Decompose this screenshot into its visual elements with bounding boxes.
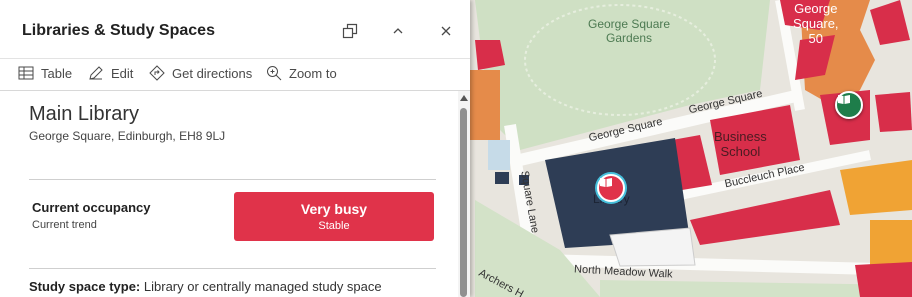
table-icon <box>18 65 34 81</box>
directions-icon <box>149 65 165 81</box>
building-orange-left <box>470 70 500 140</box>
close-icon <box>441 26 451 36</box>
map-label-business-line2: School <box>720 144 761 159</box>
divider <box>29 179 436 180</box>
study-space-type-label: Study space type: <box>29 279 141 294</box>
table-action[interactable]: Table <box>18 65 72 81</box>
scrollbar-thumb[interactable] <box>460 108 467 297</box>
feature-popup-panel: Libraries & Study Spaces Table Edit Get … <box>0 0 470 297</box>
study-space-type-value: Library or centrally managed study space <box>143 279 382 294</box>
get-directions-action[interactable]: Get directions <box>149 65 252 81</box>
panel-header: Libraries & Study Spaces <box>0 0 470 59</box>
popup-content: Main Library George Square, Edinburgh, E… <box>0 91 458 297</box>
zoom-to-action[interactable]: Zoom to <box>266 65 337 81</box>
map-label-gardens-line1: George Square <box>588 17 671 31</box>
map-label-gs50-line1: George <box>794 1 838 16</box>
map-label-business-line1: Business <box>714 129 767 144</box>
map-label-gs50-line2: Square, <box>793 16 839 31</box>
edit-action[interactable]: Edit <box>88 65 133 81</box>
zoom-to-label: Zoom to <box>289 65 337 81</box>
divider <box>29 268 436 269</box>
place-name: Main Library <box>29 103 140 125</box>
panel-title: Libraries & Study Spaces <box>22 22 215 39</box>
library-marker-green[interactable] <box>835 91 863 119</box>
map-label-gs50-line3: 50 <box>808 31 823 46</box>
occupancy-status: Very busy <box>300 201 368 217</box>
table-action-label: Table <box>41 65 73 81</box>
scroll-up-arrow[interactable] <box>460 95 468 101</box>
get-directions-label: Get directions <box>172 65 253 81</box>
occupancy-label: Current occupancy <box>32 200 151 215</box>
dock-button[interactable] <box>336 17 364 45</box>
map-label-gardens-line2: Gardens <box>606 31 653 45</box>
occupancy-status-badge: Very busy Stable <box>234 192 434 241</box>
dock-icon <box>342 23 358 39</box>
popup-toolbar: Table Edit Get directions Zoom to <box>0 58 470 91</box>
edit-icon <box>88 65 104 81</box>
library-marker-selected[interactable] <box>597 174 625 202</box>
chevron-up-icon <box>393 28 403 34</box>
book-icon <box>600 178 612 187</box>
trend-label: Current trend <box>32 219 97 231</box>
book-icon <box>838 95 850 104</box>
collapse-button[interactable] <box>384 17 412 45</box>
place-address: George Square, Edinburgh, EH8 9LJ <box>29 129 226 143</box>
occupancy-trend: Stable <box>318 220 350 232</box>
zoom-in-icon <box>266 65 282 81</box>
close-button[interactable] <box>432 17 460 45</box>
study-space-type: Study space type: Library or centrally m… <box>29 279 382 294</box>
edit-action-label: Edit <box>111 65 134 81</box>
